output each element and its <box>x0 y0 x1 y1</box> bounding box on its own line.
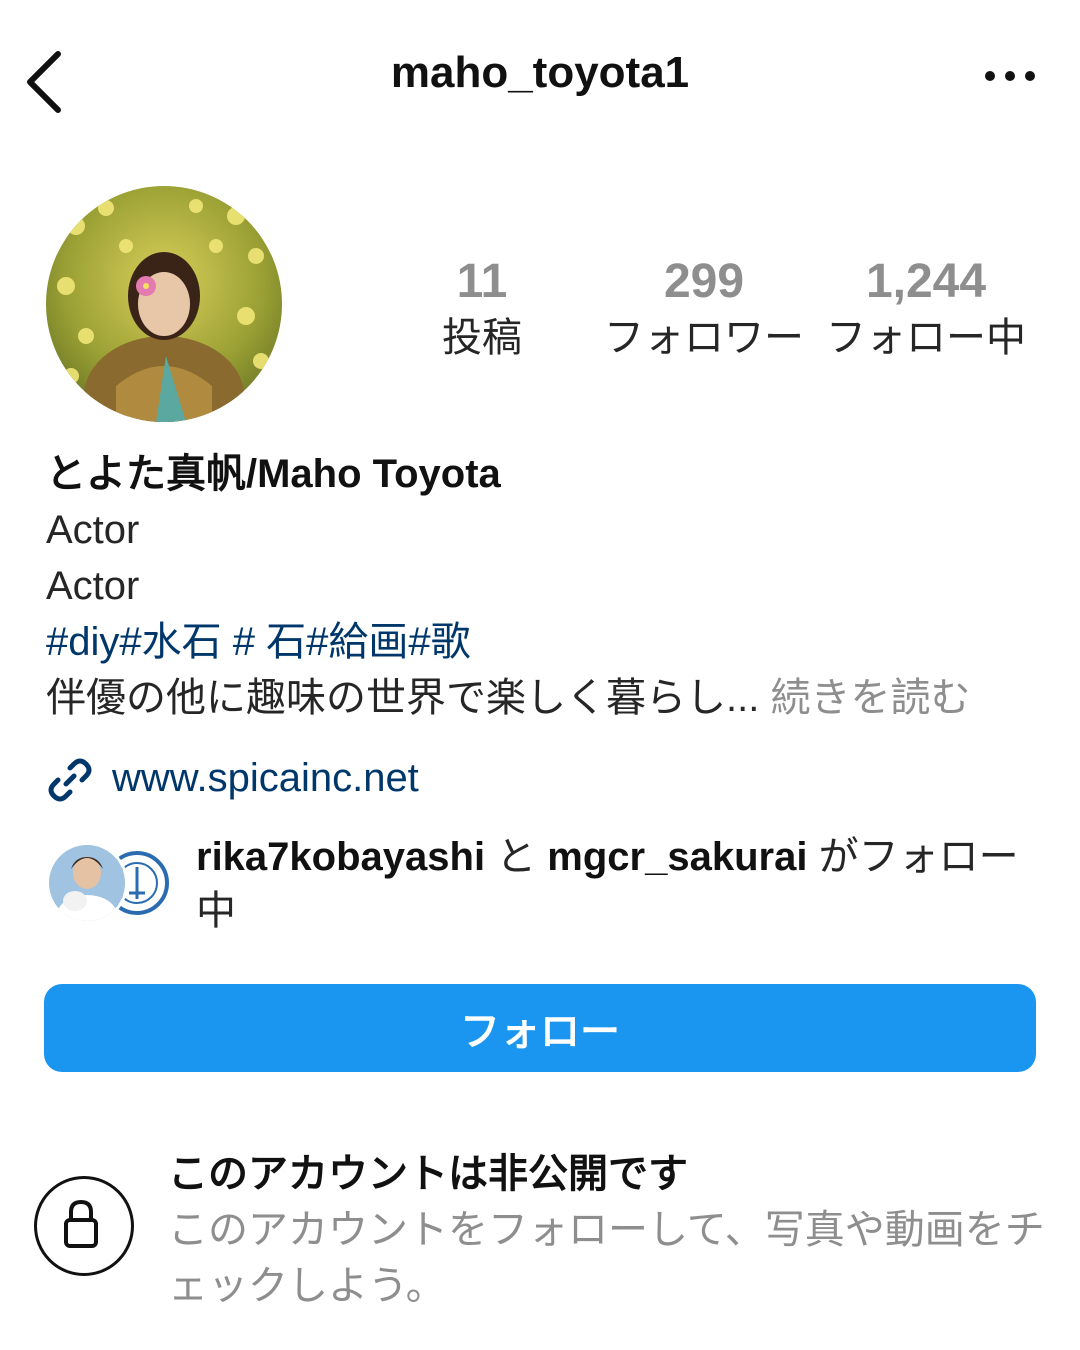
bio-hashtags[interactable]: #diy#水石 # 石#給画#歌 <box>46 614 1046 670</box>
following-stat[interactable]: 1,244 フォロー中 <box>796 254 1056 366</box>
link-icon <box>48 758 92 802</box>
posts-count: 11 <box>456 255 508 308</box>
lock-icon <box>64 1199 98 1248</box>
bio-description: 伴優の他に趣味の世界で楽しく暮らし... <box>46 676 760 720</box>
top-bar: maho_toyota1 <box>0 30 1080 130</box>
private-account-title: このアカウントは非公開です <box>168 1152 688 1196</box>
following-count: 1,244 <box>865 255 987 308</box>
follower-username-2[interactable]: mgcr_sakurai <box>547 835 807 879</box>
followers-stat[interactable]: 299 フォロワー <box>574 254 834 366</box>
followed-by-text: rika7kobayashi と mgcr_sakurai がフォロー中 <box>196 830 1036 938</box>
bio-line-1: Actor <box>46 508 140 552</box>
read-more-link[interactable]: 続きを読む <box>759 676 970 720</box>
posts-stat[interactable]: 11 投稿 <box>352 254 612 366</box>
follower-avatar-1 <box>46 842 128 924</box>
website-link[interactable]: www.spicainc.net <box>112 750 419 806</box>
follower-username-1[interactable]: rika7kobayashi <box>196 835 485 879</box>
bio-section: とよた真帆/Maho Toyota Actor Actor #diy#水石 # … <box>46 446 1046 726</box>
followed-by-row[interactable]: rika7kobayashi と mgcr_sakurai がフォロー中 <box>46 830 1046 940</box>
followers-label: フォロワー <box>604 316 804 360</box>
profile-page: maho_toyota1 11 投稿 299 フォロワー 1,244 フォロー中… <box>0 0 1080 1350</box>
bio-description-row: 伴優の他に趣味の世界で楽しく暮らし... 続きを読む <box>46 670 1046 726</box>
username-title: maho_toyota1 <box>390 48 690 97</box>
posts-label: 投稿 <box>442 316 522 360</box>
followers-count: 299 <box>663 255 745 308</box>
followed-by-connector: と <box>485 835 548 879</box>
bio-line-2: Actor <box>46 564 140 608</box>
private-account-description: このアカウントをフォローして、写真や動画をチェックしよう。 <box>168 1208 1045 1308</box>
profile-avatar[interactable] <box>46 186 282 422</box>
following-label: フォロー中 <box>826 316 1026 360</box>
more-options-button[interactable] <box>980 56 1040 96</box>
lock-badge <box>34 1176 134 1276</box>
follow-button[interactable]: フォロー <box>44 984 1036 1072</box>
more-horizontal-icon <box>985 71 1035 81</box>
display-name: とよた真帆/Maho Toyota <box>46 452 501 496</box>
